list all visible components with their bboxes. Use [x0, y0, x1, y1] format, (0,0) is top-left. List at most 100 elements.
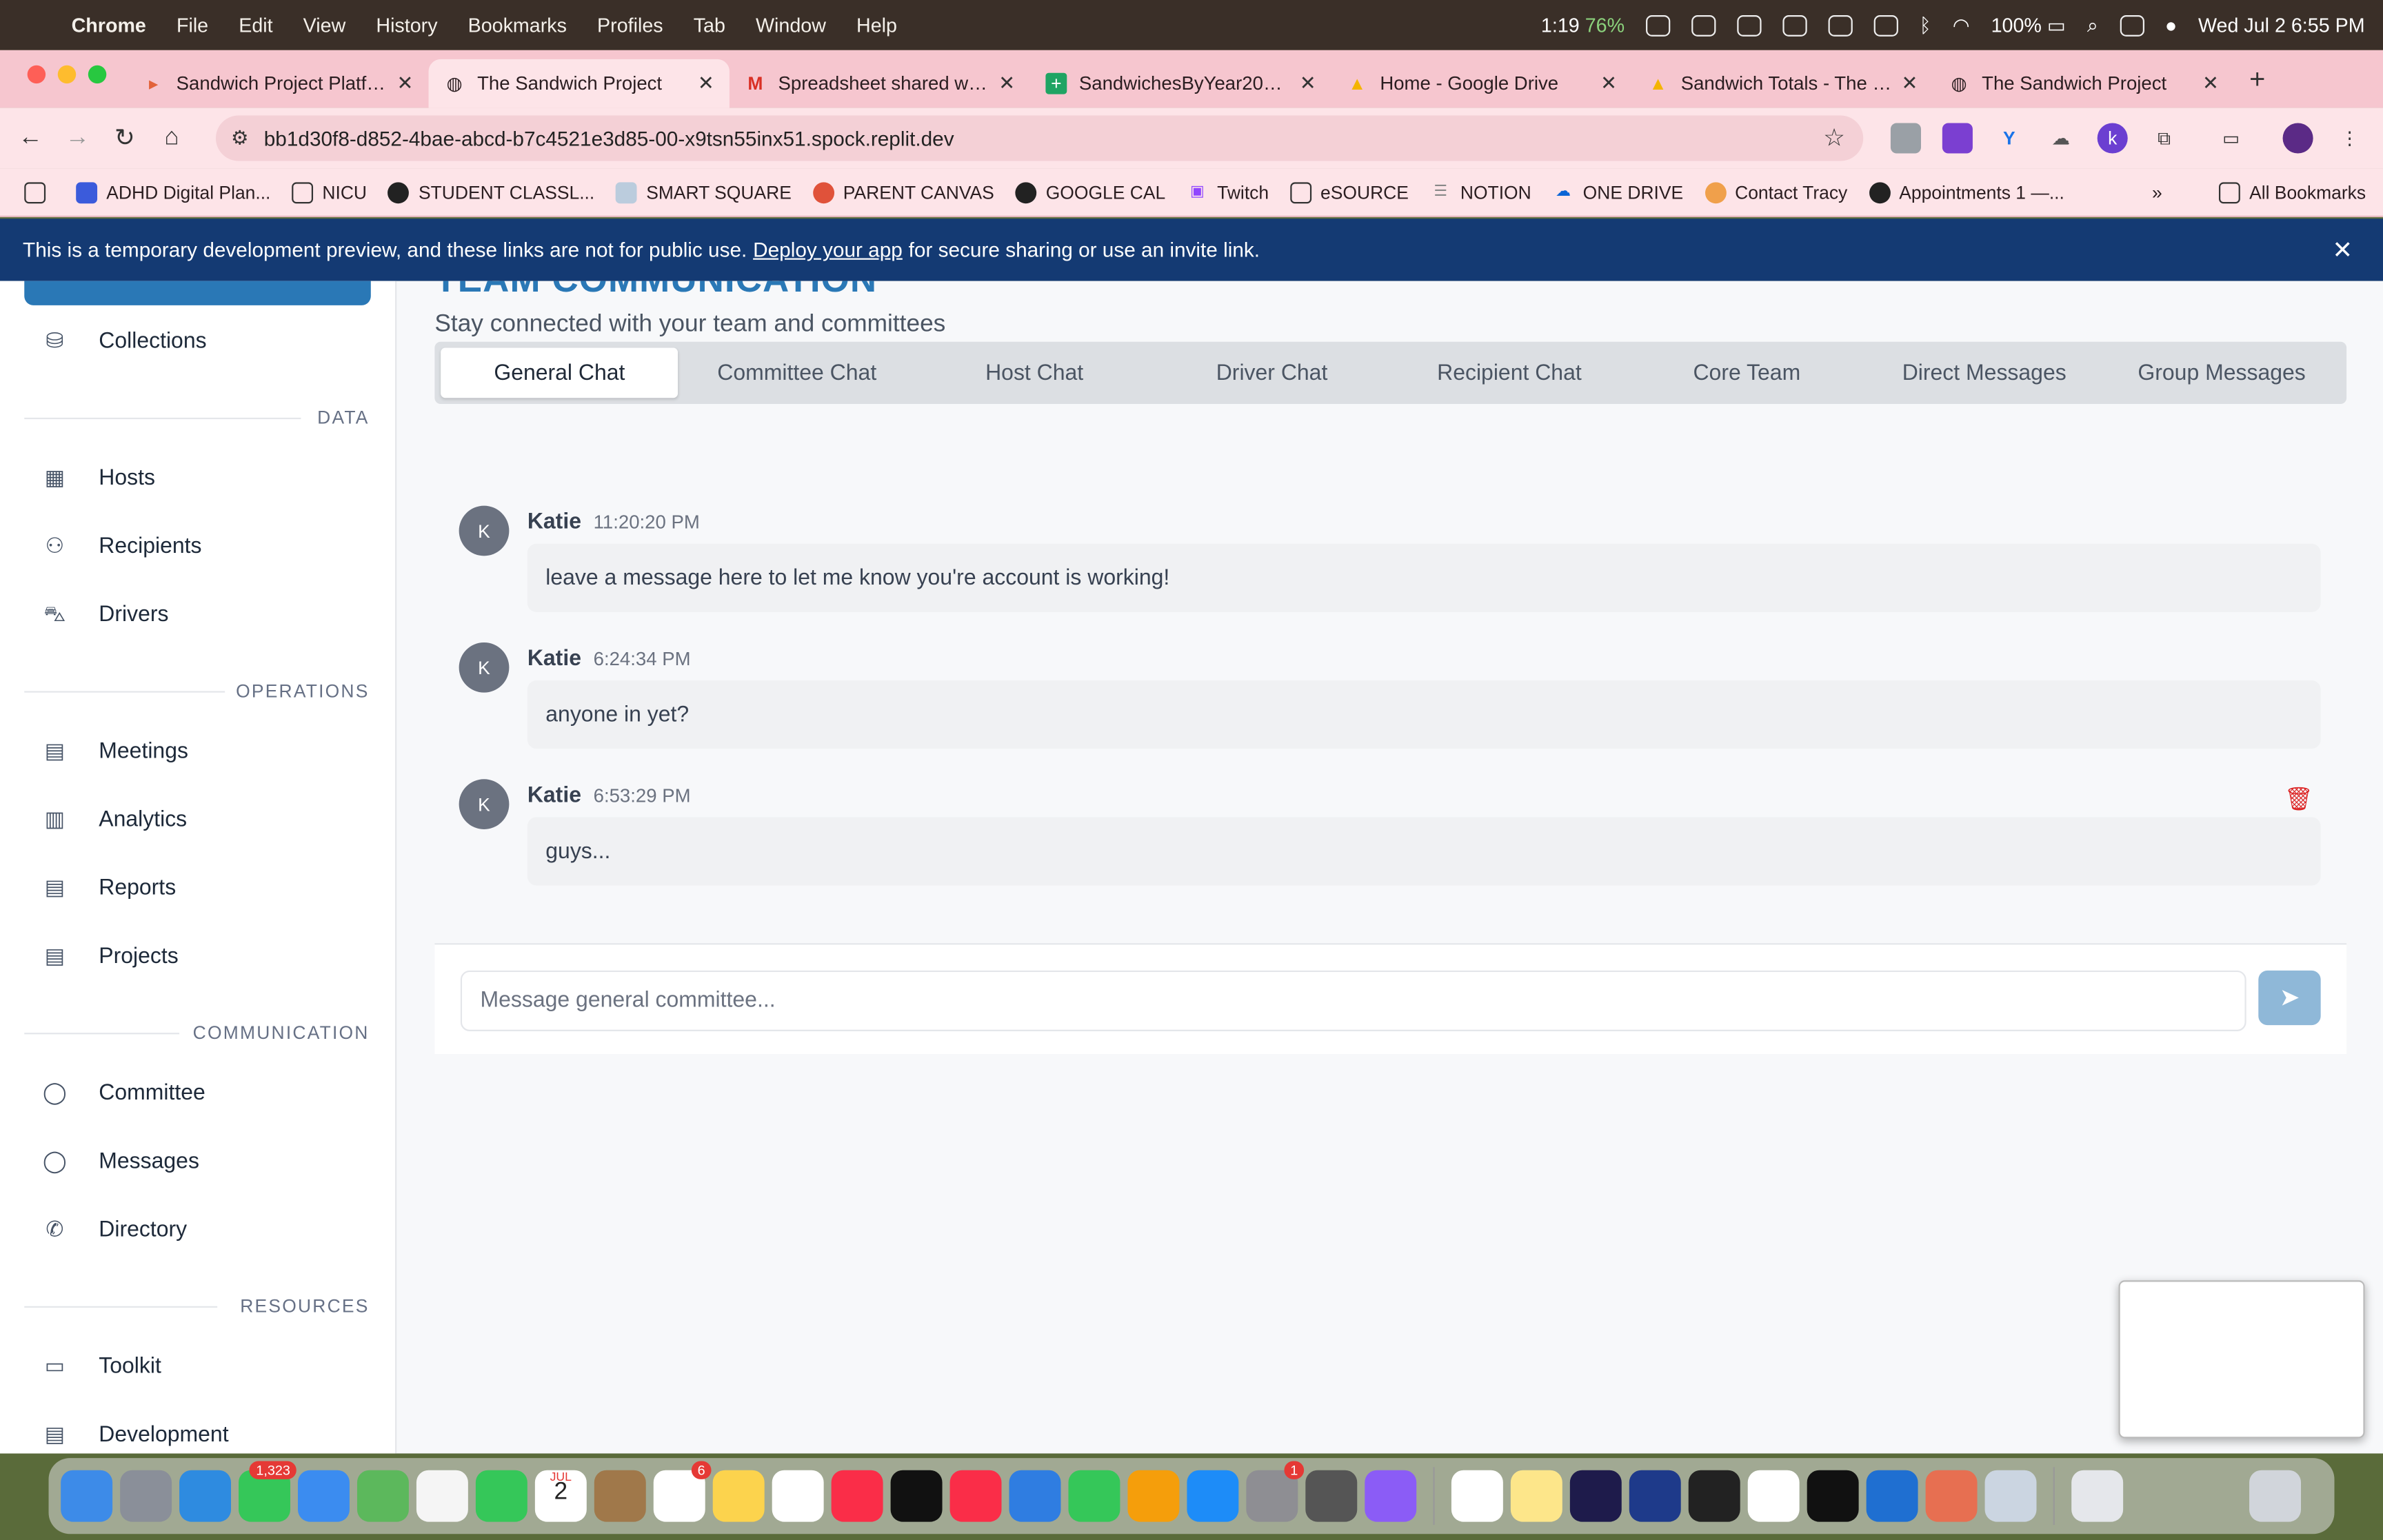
close-tab-icon[interactable]: ✕: [698, 72, 714, 96]
safari-icon[interactable]: [179, 1470, 232, 1522]
chrome-icon[interactable]: [1747, 1470, 1800, 1522]
bluetooth-icon[interactable]: ᛒ: [1920, 14, 1931, 37]
close-banner-icon[interactable]: ✕: [2332, 234, 2353, 265]
bookmark[interactable]: Appointments 1 —...: [1869, 181, 2064, 203]
cloud-icon[interactable]: ☁: [2046, 123, 2076, 153]
browser-tab[interactable]: ▲ Sandwich Totals - The San ✕: [1632, 59, 1933, 108]
sidebar-item-committee[interactable]: ◯ Committee: [41, 1080, 205, 1107]
tv-icon[interactable]: [890, 1470, 943, 1522]
reminders-icon[interactable]: 6: [653, 1461, 712, 1522]
browser-tab[interactable]: ▲ Home - Google Drive ✕: [1331, 59, 1632, 108]
clock[interactable]: Wed Jul 2 6:55 PM: [2198, 14, 2365, 37]
message-input[interactable]: Message general committee...: [460, 970, 2246, 1031]
freeform-icon[interactable]: [772, 1470, 824, 1522]
chrome-icon[interactable]: [1451, 1470, 1503, 1522]
chrome-icon[interactable]: [2131, 1470, 2182, 1522]
siri-icon[interactable]: ●: [2165, 14, 2177, 37]
battery-status[interactable]: 100% ▭: [1991, 13, 2066, 37]
vscode-icon[interactable]: [1866, 1470, 1918, 1522]
contacts-icon[interactable]: [594, 1470, 646, 1522]
browser-tab-active[interactable]: ◍ The Sandwich Project ✕: [428, 59, 730, 108]
notes-icon[interactable]: [712, 1470, 765, 1522]
claude-icon[interactable]: [1925, 1470, 1978, 1522]
extension-icon[interactable]: Y: [1994, 123, 2024, 153]
status-icon-6[interactable]: [1873, 14, 1898, 36]
forward-icon[interactable]: →: [61, 125, 94, 152]
terminal-icon[interactable]: [1807, 1470, 1859, 1522]
extension-icon[interactable]: k: [2097, 123, 2128, 154]
apps-icon[interactable]: [24, 181, 54, 203]
sidebar-item-drivers[interactable]: ⛍ Drivers: [41, 601, 168, 629]
sidebar-item-reports[interactable]: ▤ Reports: [41, 875, 176, 902]
menu-bookmarks[interactable]: Bookmarks: [468, 14, 567, 37]
sidebar-item-collections[interactable]: ⛁ Collections: [41, 328, 206, 356]
sidebar-item-development[interactable]: ▤ Development: [41, 1421, 229, 1449]
photos-icon[interactable]: [416, 1470, 468, 1522]
tab-recipient-chat[interactable]: Recipient Chat: [1391, 348, 1628, 398]
browser-tab[interactable]: ◍ The Sandwich Project ✕: [1933, 59, 2234, 108]
status-icon-1[interactable]: [1645, 14, 1671, 36]
launchpad-icon[interactable]: [120, 1470, 172, 1522]
app-store-icon[interactable]: [1187, 1470, 1239, 1522]
site-info-icon[interactable]: ⚙: [231, 126, 249, 150]
sidebar-item-analytics[interactable]: ▥ Analytics: [41, 807, 187, 834]
menu-edit[interactable]: Edit: [239, 14, 272, 37]
zoom-window-icon[interactable]: [88, 65, 107, 84]
screenshot-thumbnail[interactable]: [2118, 1280, 2365, 1439]
tab-direct-messages[interactable]: Direct Messages: [1866, 348, 2103, 398]
calendar-icon[interactable]: JUL 2: [534, 1470, 587, 1522]
chrome-icon[interactable]: [2190, 1470, 2242, 1522]
status-icon-3[interactable]: [1737, 14, 1762, 36]
close-tab-icon[interactable]: ✕: [998, 72, 1015, 96]
status-icon-2[interactable]: [1691, 14, 1716, 36]
address-bar[interactable]: ⚙ bb1d30f8-d852-4bae-abcd-b7c4521e3d85-0…: [215, 115, 1864, 161]
deploy-app-link[interactable]: Deploy your app: [753, 239, 903, 261]
preview-icon[interactable]: [1984, 1470, 2037, 1522]
sidebar-item-recipients[interactable]: ⚇ Recipients: [41, 533, 202, 560]
all-bookmarks[interactable]: All Bookmarks: [2218, 181, 2366, 203]
menu-file[interactable]: File: [177, 14, 208, 37]
menu-history[interactable]: History: [376, 14, 437, 37]
spotlight-icon[interactable]: ⌕: [2087, 13, 2098, 37]
sidebar-item-dashboard-active[interactable]: [24, 281, 371, 305]
music-icon[interactable]: [831, 1470, 883, 1522]
wifi-icon[interactable]: ◠: [1953, 13, 1970, 37]
tab-committee-chat[interactable]: Committee Chat: [678, 348, 916, 398]
status-icon-5[interactable]: [1828, 14, 1853, 36]
status-icon-4[interactable]: [1782, 14, 1807, 36]
timer-status[interactable]: 1:19 76%: [1541, 14, 1625, 37]
tab-group-messages[interactable]: Group Messages: [2103, 348, 2340, 398]
firefox-icon[interactable]: [1629, 1470, 1681, 1522]
close-tab-icon[interactable]: ✕: [2202, 72, 2219, 96]
maps-icon[interactable]: [356, 1470, 409, 1522]
tab-driver-chat[interactable]: Driver Chat: [1153, 348, 1390, 398]
browser-tab[interactable]: M Spreadsheet shared with y ✕: [730, 59, 1030, 108]
new-tab-icon[interactable]: +: [2249, 64, 2265, 96]
bookmark[interactable]: STUDENT CLASSL...: [388, 181, 594, 203]
extension-icon[interactable]: [1890, 123, 1921, 154]
send-button[interactable]: ➤: [2258, 970, 2321, 1026]
puzzle-icon[interactable]: ⧉: [2149, 123, 2180, 153]
menu-app-name[interactable]: Chrome: [72, 14, 146, 37]
menu-profiles[interactable]: Profiles: [597, 14, 663, 37]
bookmark-star-icon[interactable]: ☆: [1823, 123, 1845, 153]
cast-icon[interactable]: ▭: [2216, 123, 2246, 153]
profile-avatar[interactable]: [2282, 123, 2313, 154]
control-center-icon[interactable]: [2119, 14, 2144, 36]
delete-message-icon[interactable]: 🗑: [2284, 785, 2313, 812]
finder-icon[interactable]: [61, 1470, 113, 1522]
bookmark[interactable]: SMART SQUARE: [616, 181, 792, 203]
mail-icon[interactable]: [298, 1470, 350, 1522]
reload-icon[interactable]: ↻: [108, 123, 141, 153]
tab-general-chat[interactable]: General Chat: [441, 347, 678, 398]
sidebar-item-directory[interactable]: ✆ Directory: [41, 1217, 187, 1244]
bookmark-folder[interactable]: NICU: [292, 181, 367, 203]
bookmark[interactable]: GOOGLE CAL: [1015, 181, 1165, 203]
menu-view[interactable]: View: [303, 14, 346, 37]
more-bookmarks-icon[interactable]: »: [2152, 181, 2162, 203]
messages-icon[interactable]: 1,323: [239, 1461, 296, 1522]
bookmark[interactable]: ADHD Digital Plan...: [76, 181, 270, 203]
bookmark[interactable]: Contact Tracy: [1705, 181, 1847, 203]
close-tab-icon[interactable]: ✕: [396, 72, 413, 96]
close-tab-icon[interactable]: ✕: [1902, 72, 1918, 96]
